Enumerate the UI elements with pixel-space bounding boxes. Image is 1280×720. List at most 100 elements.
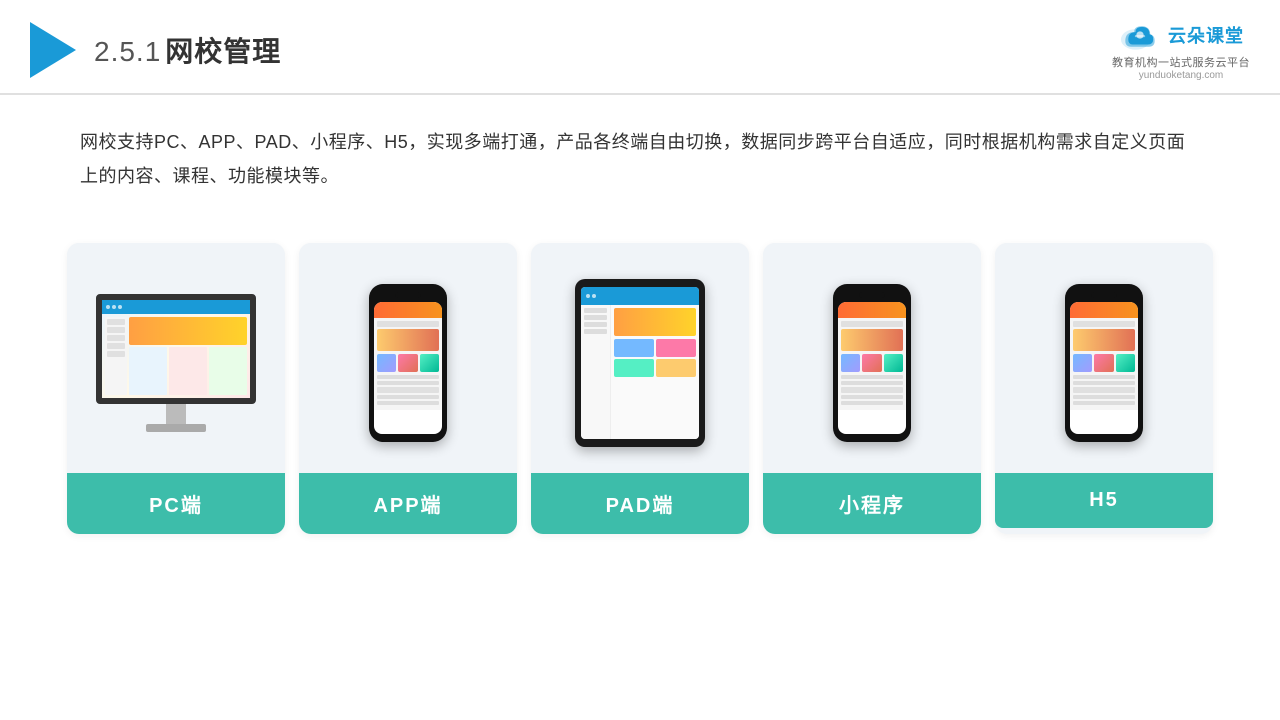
text-row xyxy=(841,395,903,399)
phone-screen-header-3 xyxy=(1070,302,1138,318)
pad-image-area xyxy=(531,243,749,473)
monitor-screen xyxy=(96,294,256,404)
app-card: APP端 xyxy=(299,243,517,534)
dot-2 xyxy=(112,305,116,309)
mini-card xyxy=(862,354,881,372)
text-row xyxy=(377,375,439,379)
h5-label: H5 xyxy=(995,473,1213,528)
screen-body xyxy=(102,314,250,398)
phone-screen-3 xyxy=(1070,302,1138,434)
phone-device-2 xyxy=(833,284,911,442)
phone-notch-3 xyxy=(1091,292,1117,298)
tablet-device xyxy=(575,279,705,447)
phone-row xyxy=(377,321,439,327)
tablet-sidebar xyxy=(581,305,611,439)
pad-label: PAD端 xyxy=(531,473,749,534)
screen-card xyxy=(169,347,207,395)
header: 2.5.1网校管理 云朵课堂 教育机构一站式服务云平台 yunduoketang… xyxy=(0,0,1280,95)
pc-image-area xyxy=(67,243,285,473)
header-left: 2.5.1网校管理 xyxy=(30,22,281,78)
phone-card-row xyxy=(377,354,439,372)
screen-cards xyxy=(129,347,247,395)
phone-screen-content-2 xyxy=(838,318,906,410)
tablet-card xyxy=(656,359,696,377)
phone-notch-2 xyxy=(859,292,885,298)
text-row xyxy=(841,401,903,405)
text-row xyxy=(377,381,439,385)
phone-card-row-2 xyxy=(841,354,903,372)
dot-3 xyxy=(118,305,122,309)
screen-header xyxy=(102,300,250,314)
text-row xyxy=(841,381,903,385)
miniprogram-image-area xyxy=(763,243,981,473)
text-row xyxy=(377,401,439,405)
sidebar-item xyxy=(584,329,607,334)
mini-card xyxy=(884,354,903,372)
phone-row xyxy=(841,387,903,393)
sidebar-item xyxy=(584,308,607,313)
phone-screen-header-2 xyxy=(838,302,906,318)
text-row xyxy=(841,375,903,379)
phone-screen-header xyxy=(374,302,442,318)
dot xyxy=(592,294,596,298)
mini-card xyxy=(377,354,396,372)
app-label: APP端 xyxy=(299,473,517,534)
miniprogram-label: 小程序 xyxy=(763,473,981,534)
text-row xyxy=(1073,395,1135,399)
mini-card xyxy=(420,354,439,372)
screen-card xyxy=(129,347,167,395)
sidebar-item xyxy=(107,343,125,349)
cloud-logo-container: 云朵课堂 xyxy=(1118,18,1244,52)
tablet-card xyxy=(614,359,654,377)
screen-sidebar xyxy=(105,317,127,395)
phone-banner xyxy=(377,329,439,351)
brand-url: yunduoketang.com xyxy=(1139,70,1224,81)
pad-card: PAD端 xyxy=(531,243,749,534)
brand-tagline: 教育机构一站式服务云平台 xyxy=(1112,54,1250,70)
h5-card: H5 xyxy=(995,243,1213,534)
monitor-base xyxy=(146,424,206,432)
tablet-body xyxy=(581,305,699,439)
text-row xyxy=(1073,401,1135,405)
description-text: 网校支持PC、APP、PAD、小程序、H5，实现多端打通，产品各终端自由切换，数… xyxy=(0,95,1280,203)
dot-1 xyxy=(106,305,110,309)
phone-device-3 xyxy=(1065,284,1143,442)
mini-card xyxy=(1116,354,1135,372)
monitor-stand xyxy=(166,404,186,424)
page-title: 2.5.1网校管理 xyxy=(94,30,281,70)
cloud-svg-icon xyxy=(1118,18,1162,52)
tablet-screen xyxy=(581,287,699,439)
screen-banner xyxy=(129,317,247,345)
tablet-grid xyxy=(614,339,696,377)
phone-screen-content-3 xyxy=(1070,318,1138,410)
device-cards-section: PC端 xyxy=(0,213,1280,534)
tablet-header xyxy=(581,287,699,305)
play-icon xyxy=(30,22,76,78)
pc-label: PC端 xyxy=(67,473,285,534)
phone-screen-content xyxy=(374,318,442,410)
app-image-area xyxy=(299,243,517,473)
h5-image-area xyxy=(995,243,1213,473)
mini-card xyxy=(398,354,417,372)
sidebar-item xyxy=(584,315,607,320)
monitor-device xyxy=(91,294,261,432)
text-row xyxy=(377,395,439,399)
sidebar-item xyxy=(107,351,125,357)
brand-logo: 云朵课堂 教育机构一站式服务云平台 yunduoketang.com xyxy=(1112,18,1250,81)
mini-card xyxy=(1094,354,1113,372)
sidebar-item xyxy=(107,327,125,333)
phone-row xyxy=(1073,321,1135,327)
tablet-card xyxy=(614,339,654,357)
dot xyxy=(586,294,590,298)
sidebar-item xyxy=(107,319,125,325)
brand-name: 云朵课堂 xyxy=(1168,22,1244,48)
phone-row xyxy=(1073,387,1135,393)
pc-card: PC端 xyxy=(67,243,285,534)
mini-card xyxy=(1073,354,1092,372)
sidebar-item xyxy=(584,322,607,327)
miniprogram-card: 小程序 xyxy=(763,243,981,534)
phone-screen-2 xyxy=(838,302,906,434)
text-row xyxy=(1073,375,1135,379)
phone-banner-3 xyxy=(1073,329,1135,351)
text-row xyxy=(1073,381,1135,385)
